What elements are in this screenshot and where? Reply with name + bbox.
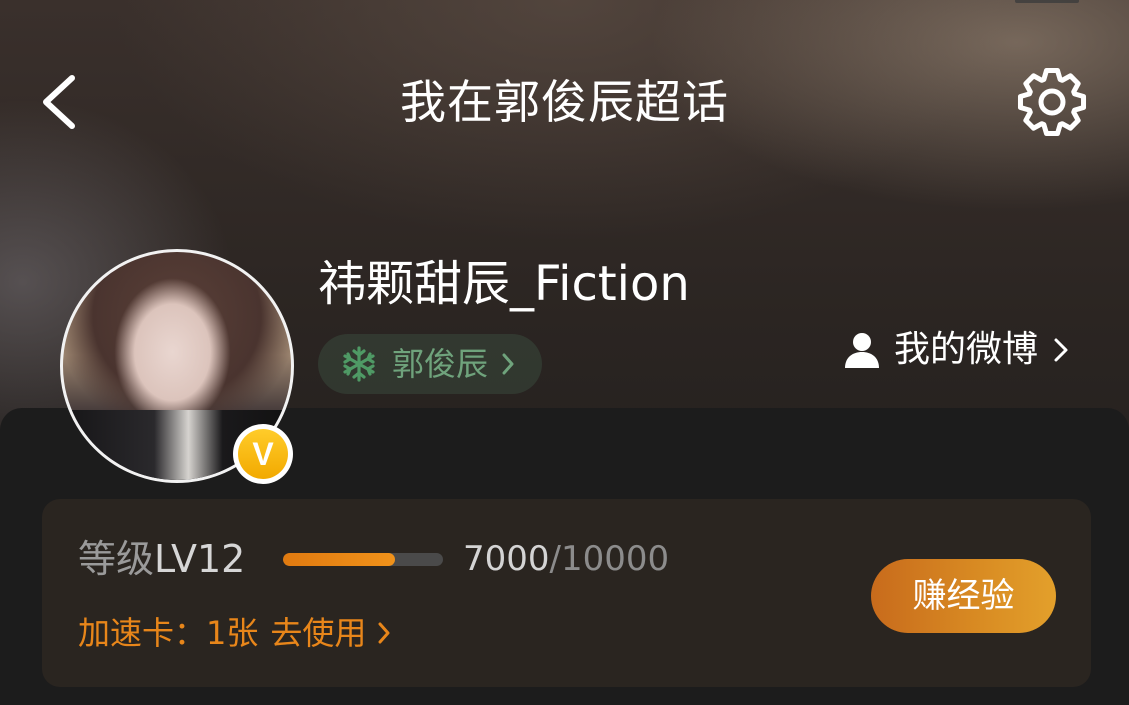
topic-chip[interactable]: 郭俊辰 — [318, 334, 543, 394]
page-title: 我在郭俊辰超话 — [400, 75, 729, 129]
super-topic-profile-screen: 我在郭俊辰超话 V 祎颗甜辰_Fiction 郭俊辰 我的微博 等级LV12 7… — [0, 0, 1129, 705]
my-weibo-link[interactable]: 我的微博 — [842, 322, 1070, 378]
exp-text: 7000/10000 — [463, 537, 669, 581]
level-value: LV12 — [154, 537, 246, 581]
exp-progress-fill — [283, 553, 395, 566]
level-card: 等级LV12 7000/10000 加速卡： 1张 去使用 赚经验 — [42, 499, 1091, 687]
gear-icon — [1017, 67, 1087, 137]
level-prefix: 等级 — [78, 537, 155, 581]
boost-card-link[interactable]: 加速卡： 1张 去使用 — [78, 611, 392, 655]
boost-action: 去使用 — [270, 614, 367, 652]
user-icon — [845, 333, 879, 368]
my-weibo-label: 我的微博 — [894, 329, 1039, 370]
chevron-right-icon — [378, 622, 390, 644]
chevron-right-icon — [502, 353, 514, 375]
verified-v-icon: V — [238, 429, 288, 479]
status-strip — [1015, 0, 1079, 3]
exp-total: 10000 — [561, 539, 670, 579]
verified-badge: V — [233, 424, 293, 484]
exp-progress-bar — [283, 553, 443, 566]
chevron-right-icon — [1054, 338, 1068, 362]
snowflake-icon — [343, 346, 375, 382]
earn-exp-button[interactable]: 赚经验 — [871, 559, 1056, 633]
settings-button[interactable] — [1014, 64, 1090, 140]
level-label: 等级LV12 — [78, 535, 245, 583]
boost-label: 加速卡： — [78, 614, 207, 652]
exp-separator: / — [549, 539, 561, 579]
boost-count: 1张 — [206, 614, 259, 652]
topic-chip-label: 郭俊辰 — [392, 345, 489, 383]
exp-current: 7000 — [463, 539, 550, 579]
username: 祎颗甜辰_Fiction — [318, 256, 690, 312]
